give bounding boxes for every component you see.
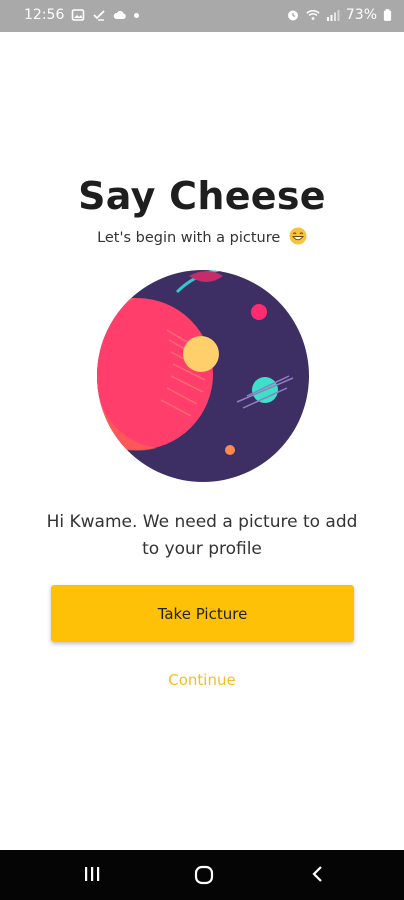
check-icon (93, 10, 105, 21)
page-title: Say Cheese (78, 174, 326, 218)
alarm-icon (287, 10, 298, 21)
profile-message: Hi Kwame. We need a picture to add to yo… (46, 512, 358, 559)
cloud-icon (114, 11, 127, 19)
back-icon[interactable] (308, 864, 328, 884)
recent-apps-icon[interactable] (82, 864, 102, 884)
page-subtitle: Let's begin with a picture (0, 227, 404, 246)
status-left: 12:56 (24, 7, 140, 23)
home-icon[interactable] (193, 864, 215, 886)
continue-link[interactable]: Continue (0, 671, 404, 689)
status-bar: 12:56 73% (0, 0, 404, 32)
orange-star (225, 445, 235, 455)
status-time: 12:56 (24, 7, 65, 23)
pink-planet (251, 304, 267, 320)
subtitle-text: Let's begin with a picture (97, 230, 281, 246)
glowing-moon (183, 336, 219, 372)
battery-icon (383, 9, 392, 21)
battery-percent: 73% (345, 7, 377, 23)
screen: 12:56 73% Say Cheese Let's begin with a … (0, 0, 404, 900)
navigation-bar (0, 850, 404, 900)
take-picture-button[interactable]: Take Picture (51, 585, 354, 642)
grinning-face-icon (289, 227, 307, 245)
image-icon (72, 9, 85, 21)
space-illustration (97, 270, 309, 482)
notification-dot (134, 12, 140, 18)
signal-icon (326, 10, 340, 21)
status-right: 73% (286, 7, 392, 23)
wifi-icon (306, 10, 320, 20)
